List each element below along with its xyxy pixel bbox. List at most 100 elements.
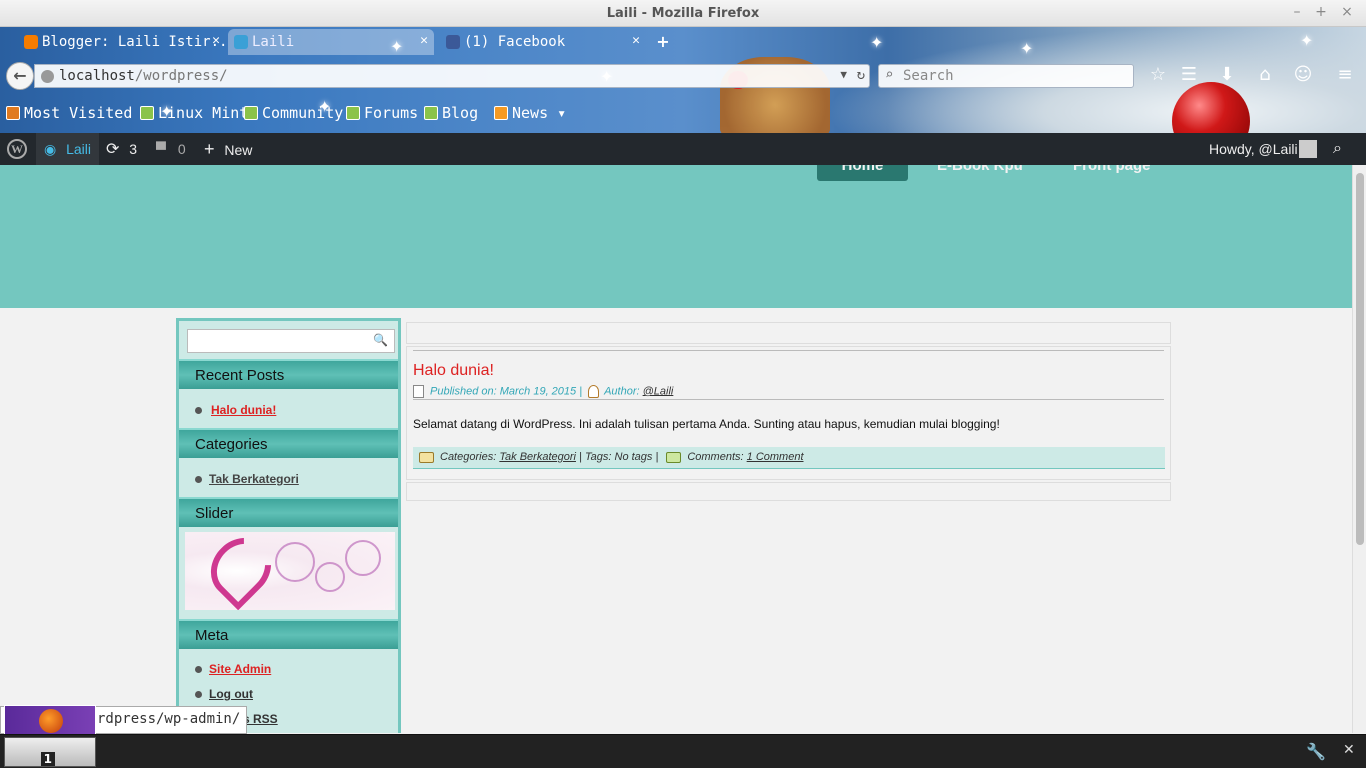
comments-count: 0: [177, 141, 186, 157]
wp-admin-bar: W ◉ Laili ⟳ 3 ▀ 0 + New Howdy, @Laili ⌕: [0, 133, 1366, 165]
url-host: localhost: [59, 68, 135, 84]
tab-facebook[interactable]: (1) Facebook ✕: [440, 29, 646, 55]
category-link[interactable]: Tak Berkategori: [209, 472, 299, 486]
new-label: New: [224, 142, 253, 158]
logout-link[interactable]: Log out: [209, 687, 253, 701]
taskbar-window-button[interactable]: 1: [4, 737, 96, 767]
search-icon[interactable]: ⌕: [1333, 133, 1342, 165]
page-scrollbar[interactable]: [1352, 165, 1366, 733]
page-content: Home E-Book Kpu Front page 🔍 Recent Post…: [0, 165, 1352, 733]
firefox-icon: [39, 709, 63, 733]
category-link[interactable]: Tak Berkategori: [499, 451, 576, 463]
new-content-button[interactable]: + New: [204, 133, 252, 165]
published-date: Published on: March 19, 2015 |: [430, 385, 583, 398]
post-body: Selamat datang di WordPress. Ini adalah …: [413, 417, 1000, 431]
site-name-button[interactable]: ◉ Laili: [36, 133, 99, 165]
site-name: Laili: [66, 141, 92, 157]
home-icon[interactable]: ⌂: [1253, 64, 1277, 88]
bookmark-most-visited[interactable]: Most Visited ▾: [6, 104, 150, 124]
url-bar[interactable]: localhost/wordpress/ ▼ ↻: [34, 64, 870, 88]
refresh-icon: ⟳: [106, 141, 120, 158]
divider: [413, 399, 1164, 400]
site-header: Home E-Book Kpu Front page: [0, 165, 1352, 308]
bookmark-label: Blog: [442, 104, 479, 122]
smiley-icon[interactable]: ☺: [1291, 64, 1315, 88]
bookmark-label: Community: [262, 104, 344, 122]
swirl-ornament: [275, 542, 315, 582]
back-button[interactable]: ←: [6, 62, 34, 90]
new-tab-button[interactable]: +: [653, 32, 673, 52]
minimize-button[interactable]: –: [1288, 4, 1306, 20]
search-icon: ⌕: [885, 67, 894, 83]
comments-label: Comments:: [687, 451, 744, 463]
bullet: [195, 691, 202, 698]
nav-front-page[interactable]: Front page: [1073, 165, 1151, 181]
bullet: [195, 476, 202, 483]
close-icon[interactable]: ✕: [1343, 742, 1355, 758]
widget-title-slider: Slider: [179, 497, 398, 527]
my-account-button[interactable]: Howdy, @Laili: [1209, 133, 1298, 165]
bookmark-news[interactable]: News ▾: [494, 104, 566, 124]
maximize-button[interactable]: +: [1312, 4, 1330, 20]
swirl-ornament: [315, 562, 345, 592]
author-label: Author:: [604, 385, 640, 398]
bookmark-label: Linux Mint: [158, 104, 249, 122]
mint-icon: [424, 106, 438, 120]
mint-icon: [140, 106, 154, 120]
blogger-icon: [24, 35, 38, 49]
bookmark-linux-mint[interactable]: Linux Mint: [140, 104, 248, 124]
plus-icon: +: [204, 139, 215, 159]
updates-button[interactable]: ⟳ 3: [106, 133, 137, 165]
bullet: [195, 407, 202, 414]
search-input[interactable]: ⌕ Search: [878, 64, 1134, 88]
reload-icon[interactable]: ↻: [857, 67, 865, 83]
wrench-icon[interactable]: 🔧: [1306, 742, 1326, 761]
updates-count: 3: [129, 141, 138, 157]
user-icon: [588, 385, 600, 398]
howdy-label: Howdy, @Laili: [1209, 141, 1298, 157]
scroll-thumb[interactable]: [1356, 173, 1364, 545]
chevron-down-icon[interactable]: ▼: [840, 68, 847, 81]
menu-icon[interactable]: ≡: [1333, 64, 1357, 88]
close-icon[interactable]: ✕: [212, 33, 220, 48]
avatar[interactable]: [1299, 140, 1317, 158]
window-count: 1: [40, 752, 55, 766]
folder-icon: [419, 451, 434, 463]
close-icon[interactable]: ✕: [632, 33, 640, 48]
recent-post-link[interactable]: Halo dunia!: [211, 403, 276, 417]
nav-ebook[interactable]: E-Book Kpu: [937, 165, 1023, 181]
tab-label: Blogger: Laili Istir...: [42, 34, 226, 50]
close-window-button[interactable]: ×: [1338, 4, 1356, 20]
widget-title-recent: Recent Posts: [179, 359, 398, 389]
url-path: /wordpress/: [134, 68, 228, 84]
comment-icon: ▀: [156, 141, 166, 157]
nav-home[interactable]: Home: [817, 165, 908, 181]
bookmark-community[interactable]: Community: [244, 104, 343, 124]
tab-laili[interactable]: Laili ✕: [228, 29, 434, 55]
main-bottom-box: [406, 482, 1171, 501]
window-title: Laili - Mozilla Firefox: [606, 6, 760, 21]
post-title[interactable]: Halo dunia!: [413, 362, 494, 380]
site-admin-link[interactable]: Site Admin: [209, 662, 271, 676]
tab-blogger[interactable]: Blogger: Laili Istir... ✕: [18, 29, 226, 55]
post-footer: Categories: Tak Berkategori | Tags: No t…: [413, 447, 1165, 469]
comments-link[interactable]: 1 Comment: [747, 451, 804, 463]
author-link[interactable]: @Laili: [643, 385, 674, 397]
bookmark-star-icon[interactable]: ☆: [1146, 64, 1170, 88]
search-icon[interactable]: 🔍: [373, 333, 388, 347]
download-icon[interactable]: ⬇: [1215, 64, 1239, 88]
wp-logo-button[interactable]: W: [0, 133, 36, 165]
bookmark-blog[interactable]: Blog: [424, 104, 478, 124]
bookmarks-list-icon[interactable]: ☰: [1177, 64, 1201, 88]
divider: [413, 350, 1164, 351]
main-top-box: [406, 322, 1171, 344]
folder-icon: [6, 106, 20, 120]
sparkle-icon: ✦: [870, 33, 884, 52]
comments-button[interactable]: ▀ 0: [156, 133, 186, 165]
close-icon[interactable]: ✕: [420, 33, 428, 48]
bookmark-forums[interactable]: Forums: [346, 104, 418, 124]
window-preview-thumbnail[interactable]: [4, 705, 96, 735]
mint-icon: [346, 106, 360, 120]
slider-image[interactable]: [185, 532, 395, 610]
sidebar-search-input[interactable]: 🔍: [187, 329, 395, 353]
